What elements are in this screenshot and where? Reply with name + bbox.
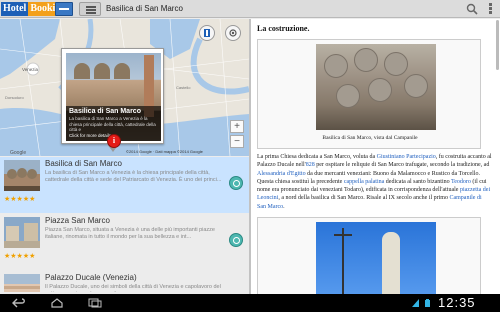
app-icon[interactable] xyxy=(55,2,73,16)
map-view[interactable]: Venezia Castello Dorsoduro + − Google ©2… xyxy=(0,19,249,156)
scrollbar[interactable] xyxy=(496,20,499,70)
info-window-more-link[interactable]: Click for more details xyxy=(69,133,111,138)
list-item-description: Il Palazzo Ducale, uno dei simboli della… xyxy=(45,284,221,292)
thumbnail-basilica xyxy=(4,160,40,191)
text-run: , a nord della basilica di San Marco. Ri… xyxy=(278,195,450,202)
show-on-map-icon[interactable] xyxy=(229,176,243,190)
zoom-in-button[interactable]: + xyxy=(230,120,244,133)
list-item-title: Piazza San Marco xyxy=(45,216,110,225)
thumbnail-palazzo xyxy=(4,274,40,292)
wiki-link[interactable]: cappella palatina xyxy=(344,179,384,185)
basilica-aerial-image xyxy=(316,44,436,130)
thumbnail-piazza xyxy=(4,217,40,248)
action-bar: Hotel Bookings Basilica di San Marco xyxy=(0,0,500,18)
wiki-link[interactable]: 828 xyxy=(306,162,315,168)
text-run: La prima Chiesa dedicata a San Marco, vo… xyxy=(257,154,377,160)
google-logo: Google xyxy=(10,150,27,156)
article-heading: La costruzione. xyxy=(257,24,310,33)
rating-stars: ★★★★★ xyxy=(4,196,36,203)
page-title: Basilica di San Marco xyxy=(106,4,183,13)
list-item-title: Basilica di San Marco xyxy=(45,159,122,168)
home-icon[interactable] xyxy=(50,298,64,308)
wiki-link[interactable]: Teodoro xyxy=(451,179,471,185)
article-figure xyxy=(257,217,481,294)
poi-list[interactable]: Basilica di San Marco La basilica di San… xyxy=(0,157,249,292)
text-run: per ospitare le reliquie di San Marco tr… xyxy=(314,162,490,169)
map-layers-button[interactable] xyxy=(199,25,215,41)
overflow-menu-icon[interactable] xyxy=(487,3,493,15)
list-item[interactable]: Basilica di San Marco La basilica di San… xyxy=(0,157,249,213)
article-figure: Basilica di San Marco, vista dal Campani… xyxy=(257,39,481,149)
recent-apps-icon[interactable] xyxy=(88,298,102,308)
map-credit: ©2014 Google · Dati mappa ©2014 Google xyxy=(126,149,203,154)
layers-icon xyxy=(204,29,210,37)
info-window-title: Basilica di San Marco xyxy=(69,108,141,115)
search-icon[interactable] xyxy=(466,3,478,15)
list-item[interactable]: Piazza San Marco Piazza San Marco, situa… xyxy=(0,214,249,270)
show-on-map-icon[interactable] xyxy=(229,233,243,247)
svg-text:Dorsoduro: Dorsoduro xyxy=(5,95,24,100)
campanile-statue-image xyxy=(316,222,436,294)
wiki-link[interactable]: Giustiniano Partecipazio xyxy=(377,154,436,160)
my-location-button[interactable] xyxy=(225,25,241,41)
text-run: dedicata al santo bizantino xyxy=(384,178,451,185)
system-nav-bar: 12:35 xyxy=(0,294,500,312)
list-view-button[interactable] xyxy=(79,2,101,16)
text-run: . xyxy=(283,203,285,210)
svg-text:Castello: Castello xyxy=(176,85,191,90)
status-clock: 12:35 xyxy=(438,295,476,310)
zoom-out-button[interactable]: − xyxy=(230,135,244,148)
info-window-image: Basilica di San Marco La basilica di San… xyxy=(66,53,161,141)
back-icon[interactable] xyxy=(12,298,26,308)
rating-stars: ★★★★★ xyxy=(4,253,36,260)
list-item-title: Palazzo Ducale (Venezia) xyxy=(45,273,137,282)
list-item-description: La basilica di San Marco a Venezia è la … xyxy=(45,170,222,183)
list-item-description: Piazza San Marco, situata a Venezia è un… xyxy=(45,227,215,240)
figure-caption: Basilica di San Marco, vista dal Campani… xyxy=(322,135,418,141)
wiki-link[interactable]: Alessandria d'Egitto xyxy=(257,171,306,177)
list-item[interactable]: Palazzo Ducale (Venezia) Il Palazzo Duca… xyxy=(0,271,249,292)
map-marker-pin[interactable]: i xyxy=(107,134,121,148)
logo-hotel: Hotel xyxy=(1,2,29,16)
map-info-window[interactable]: Basilica di San Marco La basilica di San… xyxy=(61,48,164,152)
article-paragraph: La prima Chiesa dedicata a San Marco, vo… xyxy=(257,153,492,211)
svg-text:Venezia: Venezia xyxy=(22,67,39,72)
battery-icon xyxy=(425,299,430,307)
wifi-icon xyxy=(412,299,419,307)
info-window-description: La basilica di San Marco a Venezia è la … xyxy=(69,116,156,132)
my-location-icon xyxy=(229,29,237,37)
article-pane[interactable]: La costruzione. Basilica di San Marco, v… xyxy=(251,19,500,294)
